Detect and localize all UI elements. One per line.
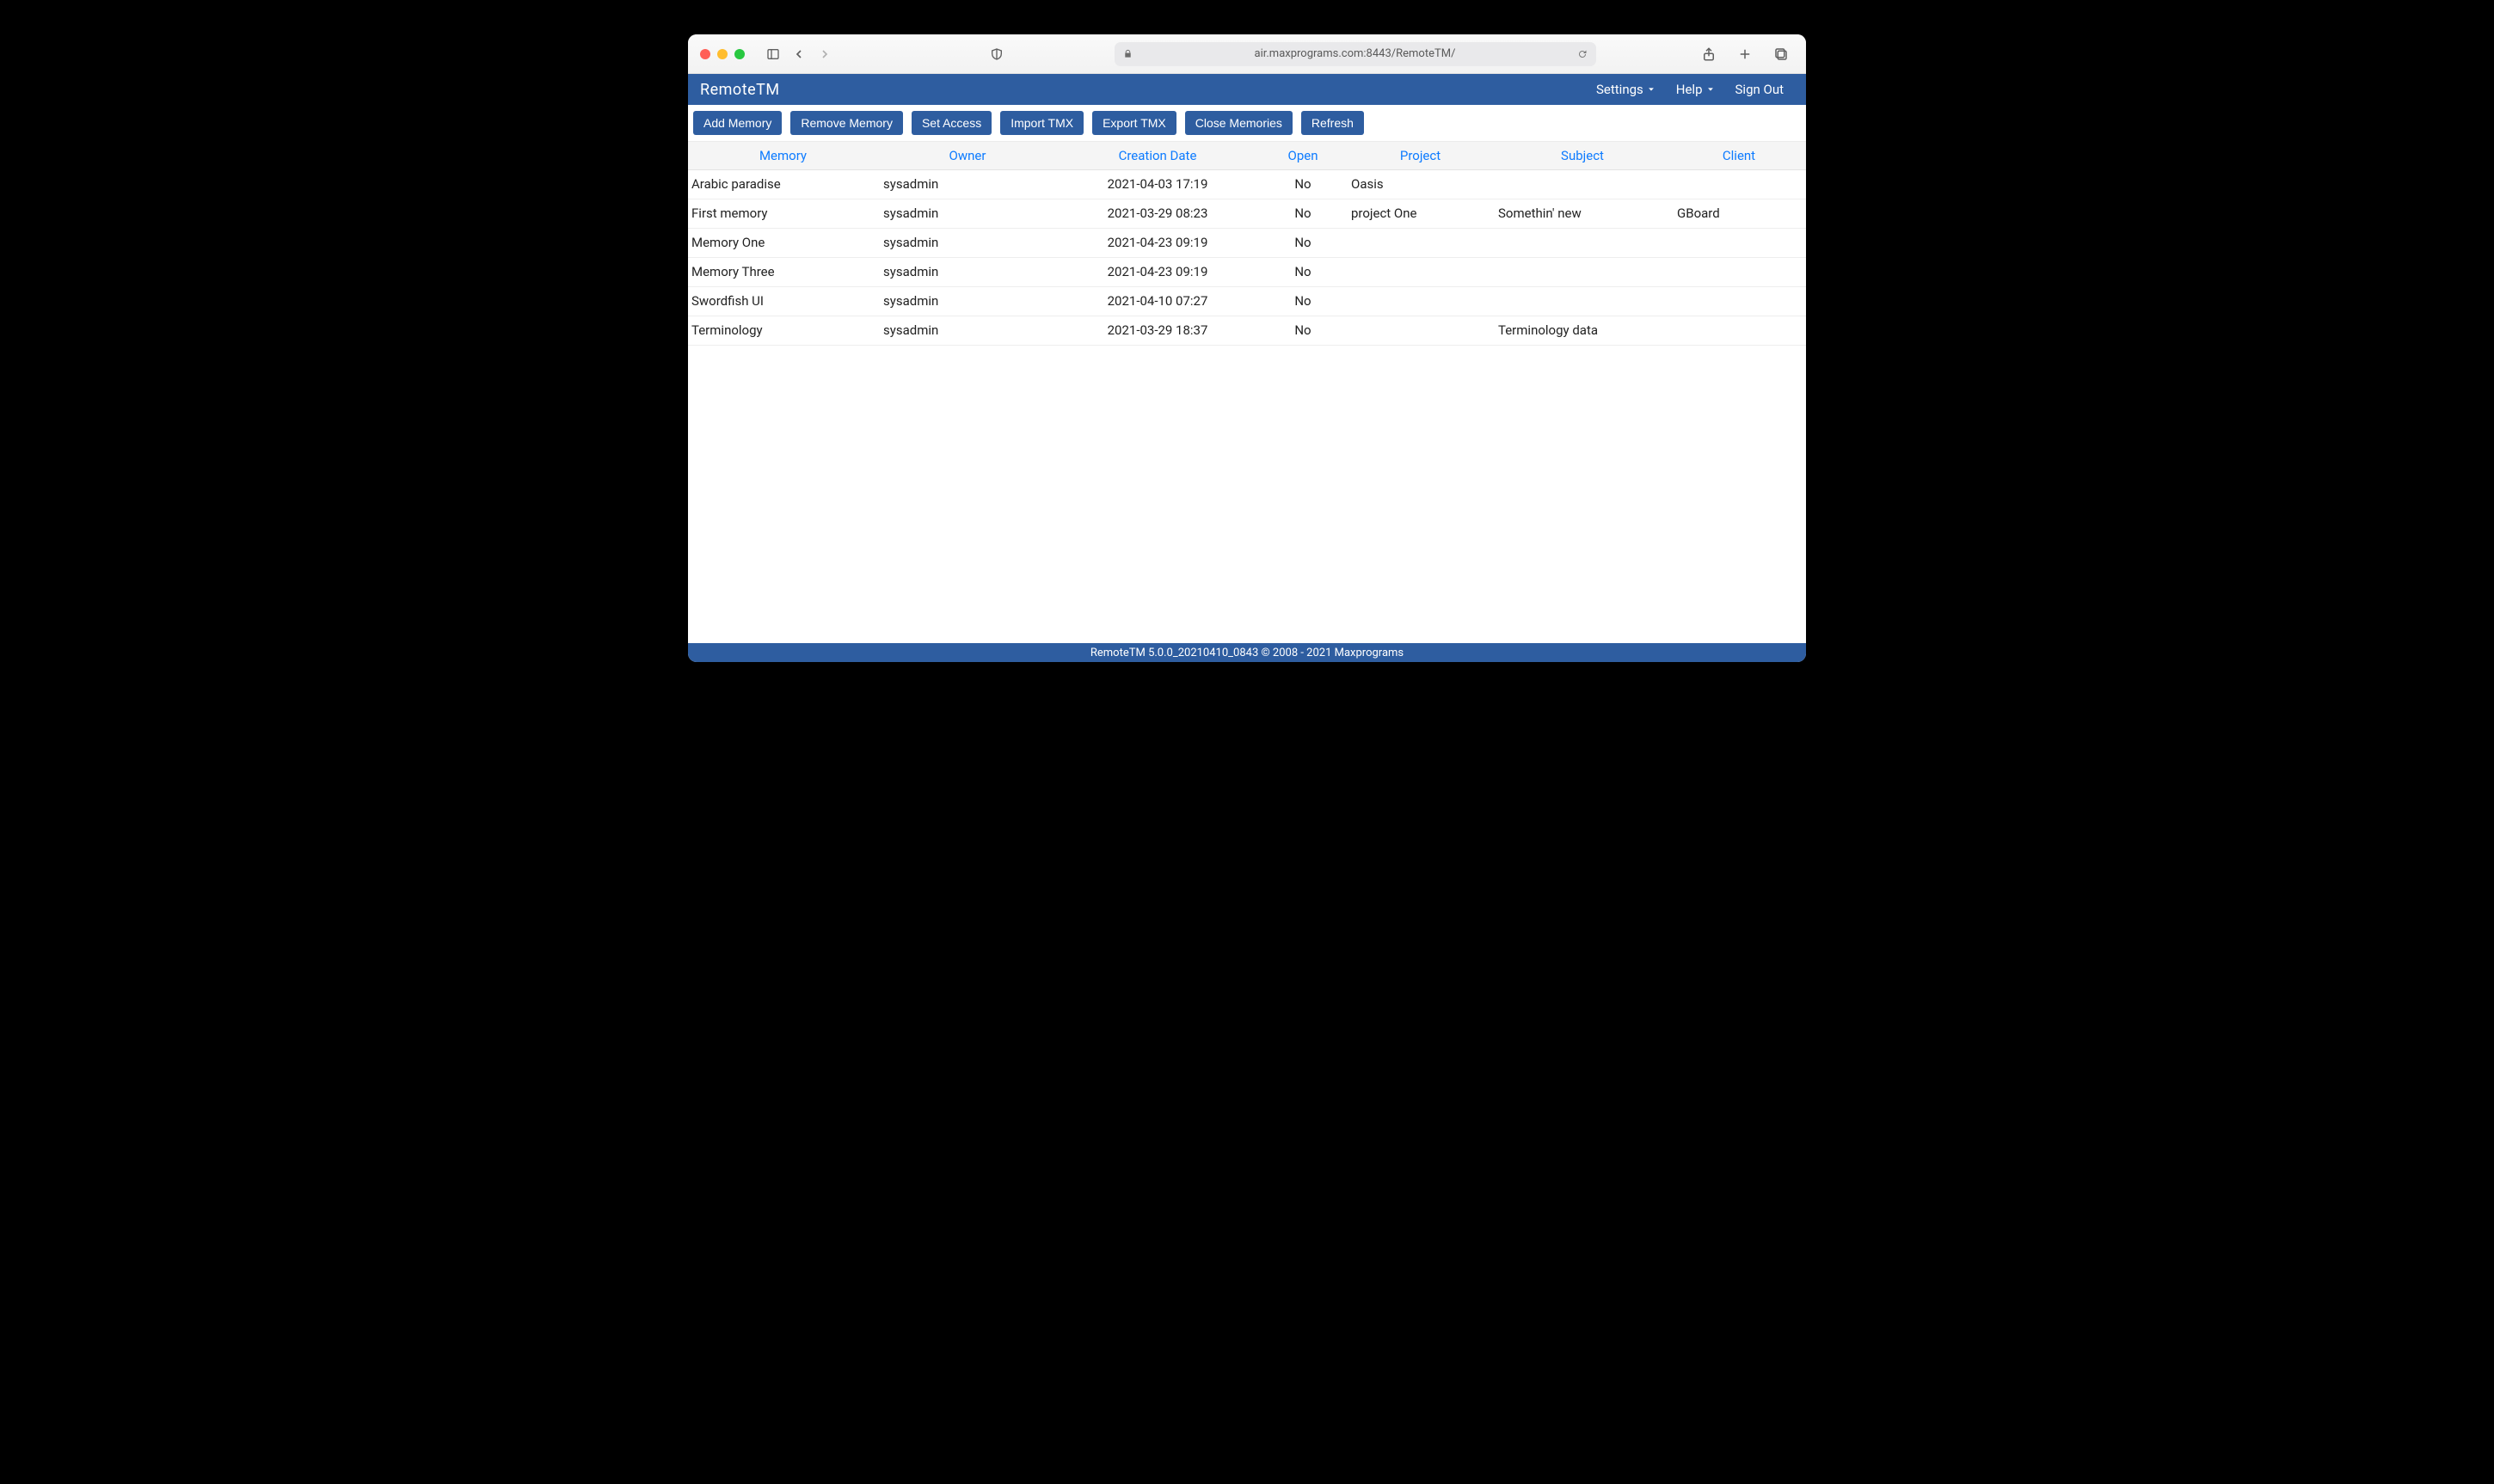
settings-menu-label: Settings [1596,82,1643,97]
cell-open: No [1258,286,1348,316]
cell-creation-date: 2021-03-29 08:23 [1057,199,1258,228]
forward-button[interactable] [815,45,834,64]
privacy-shield-icon[interactable] [987,45,1006,64]
cell-open: No [1258,228,1348,257]
add-memory-button[interactable]: Add Memory [693,111,782,135]
close-window-button[interactable] [700,49,710,59]
cell-creation-date: 2021-04-10 07:27 [1057,286,1258,316]
memory-table: Memory Owner Creation Date Open Project … [688,142,1806,346]
cell-memory: Memory One [688,228,878,257]
cell-subject [1493,257,1672,286]
cell-creation-date: 2021-03-29 18:37 [1057,316,1258,345]
cell-client [1672,316,1806,345]
cell-memory: Memory Three [688,257,878,286]
share-icon[interactable] [1699,45,1718,64]
new-tab-icon[interactable] [1735,45,1754,64]
cell-memory: Terminology [688,316,878,345]
cell-project [1348,228,1493,257]
back-button[interactable] [789,45,808,64]
cell-subject: Somethin' new [1493,199,1672,228]
col-subject-header[interactable]: Subject [1493,142,1672,169]
cell-open: No [1258,316,1348,345]
sign-out-label: Sign Out [1735,82,1784,97]
maximize-window-button[interactable] [734,49,745,59]
cell-creation-date: 2021-04-23 09:19 [1057,257,1258,286]
cell-open: No [1258,199,1348,228]
cell-subject [1493,228,1672,257]
footer-text: RemoteTM 5.0.0_20210410_0843 © 2008 - 20… [1090,647,1404,659]
footer: RemoteTM 5.0.0_20210410_0843 © 2008 - 20… [688,643,1806,662]
cell-open: No [1258,169,1348,199]
url-text: air.maxprograms.com:8443/RemoteTM/ [1138,47,1572,60]
table-header-row: Memory Owner Creation Date Open Project … [688,142,1806,169]
set-access-button[interactable]: Set Access [912,111,992,135]
browser-titlebar: air.maxprograms.com:8443/RemoteTM/ [688,34,1806,74]
cell-project [1348,257,1493,286]
sign-out-button[interactable]: Sign Out [1725,74,1794,105]
help-menu[interactable]: Help [1666,74,1725,105]
table-row[interactable]: Memory Threesysadmin2021-04-23 09:19No [688,257,1806,286]
cell-client [1672,286,1806,316]
remove-memory-button[interactable]: Remove Memory [790,111,903,135]
cell-owner: sysadmin [878,169,1057,199]
cell-owner: sysadmin [878,286,1057,316]
table-row[interactable]: Terminologysysadmin2021-03-29 18:37No Ter… [688,316,1806,345]
lock-icon [1123,49,1133,58]
cell-owner: sysadmin [878,199,1057,228]
cell-subject [1493,286,1672,316]
browser-window: air.maxprograms.com:8443/RemoteTM/ Remot… [688,34,1806,662]
refresh-button[interactable]: Refresh [1301,111,1364,135]
minimize-window-button[interactable] [717,49,728,59]
cell-client [1672,228,1806,257]
cell-owner: sysadmin [878,228,1057,257]
app-title: RemoteTM [700,81,780,99]
sidebar-icon[interactable] [764,45,783,64]
help-menu-label: Help [1676,82,1703,97]
cell-creation-date: 2021-04-03 17:19 [1057,169,1258,199]
table-row[interactable]: Arabic paradisesysadmin2021-04-03 17:19N… [688,169,1806,199]
table-row[interactable]: Memory Onesysadmin2021-04-23 09:19No [688,228,1806,257]
memory-grid: Memory Owner Creation Date Open Project … [688,142,1806,643]
cell-subject: Terminology data [1493,316,1672,345]
window-controls [700,49,745,59]
cell-owner: sysadmin [878,316,1057,345]
col-memory-header[interactable]: Memory [688,142,878,169]
address-bar[interactable]: air.maxprograms.com:8443/RemoteTM/ [1115,42,1596,66]
cell-project: project One [1348,199,1493,228]
chevron-down-icon [1647,85,1656,94]
reload-icon[interactable] [1577,49,1588,59]
table-row[interactable]: Swordfish UIsysadmin2021-04-10 07:27No [688,286,1806,316]
col-open-header[interactable]: Open [1258,142,1348,169]
cell-memory: First memory [688,199,878,228]
cell-owner: sysadmin [878,257,1057,286]
cell-memory: Arabic paradise [688,169,878,199]
col-project-header[interactable]: Project [1348,142,1493,169]
app-header: RemoteTM Settings Help Sign Out [688,74,1806,105]
settings-menu[interactable]: Settings [1586,74,1666,105]
cell-subject [1493,169,1672,199]
export-tmx-button[interactable]: Export TMX [1092,111,1176,135]
toolbar: Add Memory Remove Memory Set Access Impo… [688,105,1806,142]
cell-client [1672,257,1806,286]
col-owner-header[interactable]: Owner [878,142,1057,169]
close-memories-button[interactable]: Close Memories [1185,111,1293,135]
col-client-header[interactable]: Client [1672,142,1806,169]
cell-project: Oasis [1348,169,1493,199]
chevron-down-icon [1706,85,1715,94]
col-date-header[interactable]: Creation Date [1057,142,1258,169]
cell-creation-date: 2021-04-23 09:19 [1057,228,1258,257]
import-tmx-button[interactable]: Import TMX [1000,111,1084,135]
cell-open: No [1258,257,1348,286]
cell-client: GBoard [1672,199,1806,228]
table-row[interactable]: First memorysysadmin2021-03-29 08:23Nopr… [688,199,1806,228]
cell-project [1348,286,1493,316]
cell-project [1348,316,1493,345]
cell-client [1672,169,1806,199]
tabs-overview-icon[interactable] [1772,45,1791,64]
cell-memory: Swordfish UI [688,286,878,316]
